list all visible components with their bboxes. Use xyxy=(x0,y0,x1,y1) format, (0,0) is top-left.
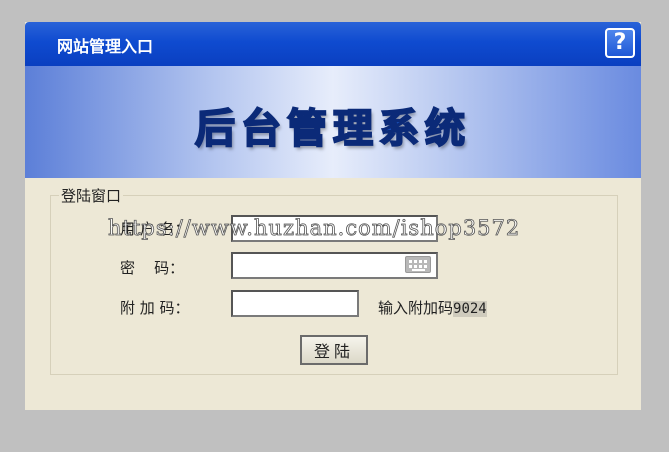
banner-title: 后台管理系统 xyxy=(194,105,471,153)
help-question-icon: ? xyxy=(613,30,627,55)
captcha-label: 附 加 码： xyxy=(120,299,190,317)
help-button[interactable]: ? xyxy=(605,28,635,58)
captcha-hint: 输入附加码9024 xyxy=(378,297,487,318)
title-bar: 网站管理入口 ? xyxy=(25,22,641,66)
window-title: 网站管理入口 xyxy=(57,37,154,56)
captcha-hint-text: 输入附加码 xyxy=(378,299,454,317)
captcha-code: 9024 xyxy=(453,301,487,317)
login-legend: 登陆窗口 xyxy=(61,187,122,205)
keyboard-icon[interactable] xyxy=(405,256,431,273)
captcha-input[interactable] xyxy=(231,290,359,317)
username-input[interactable] xyxy=(231,215,438,242)
username-label: 用 户 名： xyxy=(120,220,190,238)
login-button[interactable]: 登陆 xyxy=(300,335,368,365)
banner: 后台管理系统 xyxy=(25,66,641,178)
password-label: 密 码： xyxy=(120,259,185,277)
